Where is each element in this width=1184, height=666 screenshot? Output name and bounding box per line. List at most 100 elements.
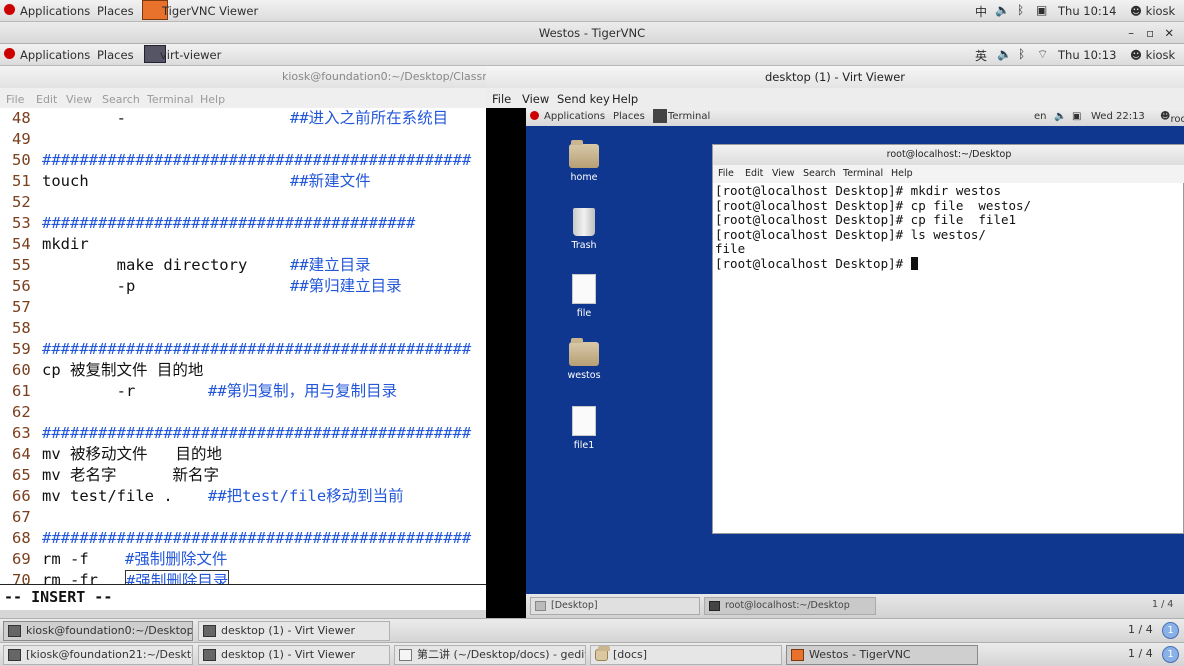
menu-terminal[interactable]: Terminal — [147, 93, 194, 106]
bluetooth-icon[interactable]: ᛒ — [1017, 3, 1024, 17]
menu-search[interactable]: Search — [102, 93, 140, 106]
active-app-name[interactable]: TigerVNC Viewer — [162, 4, 258, 18]
menu-help[interactable]: Help — [200, 93, 225, 106]
workspace-pager[interactable]: 1 / 4 — [1128, 623, 1153, 636]
close-icon[interactable]: ✕ — [1164, 22, 1174, 44]
code-line: 59 ######################################… — [0, 339, 486, 360]
menu-view[interactable]: View — [522, 92, 549, 106]
active-app-name[interactable]: virt-viewer — [160, 48, 221, 62]
task-kiosk-terminal[interactable]: [kiosk@foundation21:~/Desktop] — [3, 645, 193, 665]
applications-menu[interactable]: Applications — [20, 4, 90, 18]
desktop-icon-trash[interactable]: Trash — [554, 208, 614, 251]
menu-view[interactable]: View — [772, 168, 795, 179]
menu-file[interactable]: File — [718, 168, 734, 179]
task-gedit[interactable]: 第二讲 (~/Desktop/docs) - gedit — [394, 645, 586, 665]
menu-file[interactable]: File — [6, 93, 24, 106]
guest-task-desktop[interactable]: [Desktop] — [530, 597, 700, 615]
guest-lang-indicator[interactable]: en — [1034, 111, 1047, 122]
task-docs-folder[interactable]: [docs] — [590, 645, 782, 665]
notification-icon[interactable]: 1 — [1162, 646, 1179, 663]
vnc-window-titlebar[interactable]: Westos - TigerVNC – ▫ ✕ — [0, 22, 1184, 44]
volume-icon[interactable]: 🔈 — [995, 3, 1010, 17]
task-label: 第二讲 (~/Desktop/docs) - gedit — [417, 648, 586, 661]
maximize-icon[interactable]: ▫ — [1146, 22, 1154, 44]
places-menu[interactable]: Places — [97, 48, 134, 62]
user-menu[interactable]: ☻ kiosk — [1130, 48, 1175, 62]
terminal-line: [root@localhost Desktop]# cp file westos… — [715, 197, 1032, 213]
task-virt-viewer[interactable]: desktop (1) - Virt Viewer — [198, 621, 390, 641]
desktop-icon-file[interactable]: file — [554, 274, 614, 319]
code-line: 58 — [0, 318, 486, 339]
redhat-logo-icon — [4, 4, 15, 15]
guest-applications-menu[interactable]: Applications — [544, 111, 605, 122]
code-text: -p — [42, 277, 136, 295]
code-text: mv 老名字 新名字 — [42, 466, 219, 484]
minimize-icon[interactable]: – — [1128, 22, 1134, 44]
task-label: desktop (1) - Virt Viewer — [221, 624, 355, 637]
menu-search[interactable]: Search — [803, 168, 836, 179]
code-line: 56 -p ##第归建立目录 — [0, 276, 486, 297]
task-virt-viewer[interactable]: desktop (1) - Virt Viewer — [198, 645, 390, 665]
guest-active-app[interactable]: Terminal — [668, 111, 710, 122]
menu-help[interactable]: Help — [891, 168, 913, 179]
desktop-icon-file1[interactable]: file1 — [554, 406, 614, 451]
user-menu[interactable]: ☻ kiosk — [1130, 4, 1175, 18]
code-line: 57 — [0, 297, 486, 318]
virt-viewer-icon — [203, 625, 216, 637]
input-method-indicator[interactable]: 中 — [975, 3, 987, 20]
desktop-icon-home[interactable]: home — [554, 140, 614, 183]
code-line: 48 - ##进入之前所在系统目 — [0, 108, 486, 129]
clock[interactable]: Thu 10:13 — [1058, 48, 1116, 62]
menu-file[interactable]: File — [492, 92, 511, 106]
guest-volume-icon[interactable]: 🔈 — [1054, 111, 1066, 122]
menu-view[interactable]: View — [66, 93, 92, 106]
terminal-line: [root@localhost Desktop]# ls westos/ — [715, 226, 986, 242]
desktop-icon-westos[interactable]: westos — [554, 338, 614, 381]
applications-menu[interactable]: Applications — [20, 48, 90, 62]
guest-network-icon[interactable]: ▣ — [1072, 111, 1081, 122]
guest-places-menu[interactable]: Places — [613, 111, 645, 122]
task-label: [docs] — [613, 648, 648, 661]
guest-workspace-pager[interactable]: 1 / 4 — [1152, 599, 1173, 610]
guest-terminal-output[interactable]: [root@localhost Desktop]# mkdir westos [… — [713, 183, 1184, 535]
notification-icon[interactable]: 1 — [1162, 622, 1179, 639]
guest-user-menu[interactable]: ☻ roo — [1160, 111, 1184, 125]
editor-text-area[interactable]: 48 - ##进入之前所在系统目 49 50 ###################… — [0, 108, 486, 584]
menu-edit[interactable]: Edit — [36, 93, 57, 106]
guest-terminal-menubar: File Edit View Search Terminal Help — [713, 165, 1184, 183]
separator-hashes: ########################################… — [42, 340, 472, 358]
input-method-indicator[interactable]: 英 — [975, 47, 987, 64]
menu-edit[interactable]: Edit — [745, 168, 763, 179]
network-icon[interactable]: ▣ — [1036, 3, 1047, 17]
line-number: 64 — [12, 445, 31, 463]
virt-viewer-titlebar[interactable]: desktop (1) - Virt Viewer — [486, 66, 1184, 88]
menu-help[interactable]: Help — [612, 92, 638, 106]
menu-send-key[interactable]: Send key — [557, 92, 610, 106]
task-tigervnc[interactable]: Westos - TigerVNC — [786, 645, 978, 665]
editor-titlebar[interactable]: kiosk@foundation0:~/Desktop/Classro — [0, 66, 493, 88]
clock[interactable]: Thu 10:14 — [1058, 4, 1116, 18]
guest-desktop[interactable]: Applications Places Terminal en 🔈 ▣ Wed … — [526, 108, 1184, 618]
code-comment: ##第归复制，用与复制目录 — [208, 382, 398, 400]
virt-viewer-window: desktop (1) - Virt Viewer File View Send… — [486, 66, 1184, 618]
menu-terminal[interactable]: Terminal — [843, 168, 883, 179]
code-line: 52 — [0, 192, 486, 213]
workspace-pager[interactable]: 1 / 4 — [1128, 647, 1153, 660]
terminal-prompt-line: [root@localhost Desktop]# — [715, 255, 918, 272]
guest-terminal-titlebar[interactable]: root@localhost:~/Desktop — [713, 145, 1184, 165]
guest-task-label: [Desktop] — [551, 600, 598, 611]
guest-task-terminal[interactable]: root@localhost:~/Desktop — [704, 597, 876, 615]
bluetooth-icon[interactable]: ᛒ — [1018, 47, 1025, 61]
gedit-icon — [399, 649, 412, 661]
code-line: 53 ######################################… — [0, 213, 486, 234]
wifi-icon[interactable]: ⌔ — [1037, 47, 1048, 62]
places-menu[interactable]: Places — [97, 4, 134, 18]
volume-icon[interactable]: 🔈 — [997, 47, 1012, 61]
code-line: 70 rm -fr #强制删除目录 — [0, 570, 486, 584]
virt-viewer-title: desktop (1) - Virt Viewer — [764, 70, 906, 84]
guest-clock[interactable]: Wed 22:13 — [1091, 111, 1145, 122]
code-line: 65 mv 老名字 新名字 — [0, 465, 486, 486]
folder-home-icon — [569, 140, 599, 168]
terminal-prompt: [root@localhost Desktop]# — [715, 255, 911, 271]
task-editor-terminal[interactable]: kiosk@foundation0:~/Desktop/C... — [3, 621, 193, 641]
